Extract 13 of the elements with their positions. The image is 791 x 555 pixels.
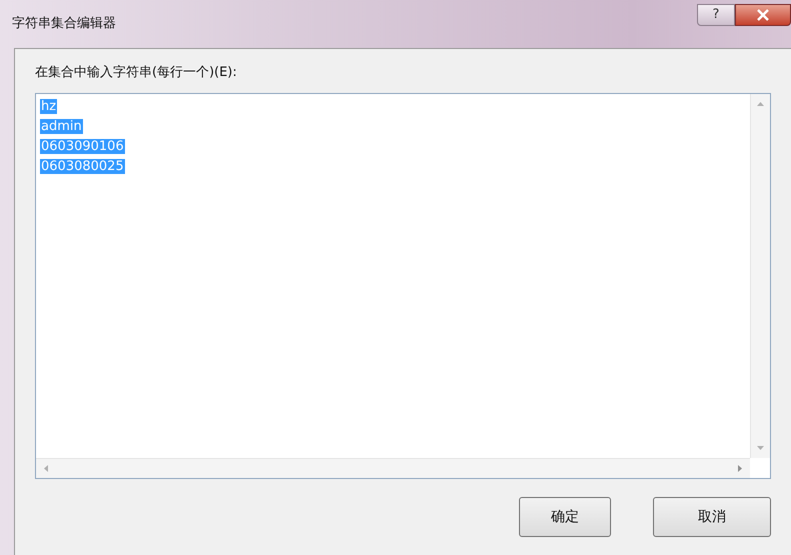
horizontal-scrollbar[interactable] [36, 458, 750, 478]
scroll-left-icon[interactable] [44, 465, 48, 472]
scroll-down-icon[interactable] [757, 446, 764, 450]
window-title: 字符串集合编辑器 [12, 15, 116, 34]
scroll-right-icon[interactable] [738, 465, 742, 472]
field-label: 在集合中输入字符串(每行一个)(E): [35, 64, 238, 82]
scroll-up-icon[interactable] [757, 102, 764, 106]
cancel-button[interactable]: 取消 [653, 497, 771, 537]
close-icon [756, 9, 770, 21]
help-button[interactable]: ? [697, 4, 735, 26]
vertical-scrollbar[interactable] [750, 94, 770, 458]
ok-button[interactable]: 确定 [519, 497, 611, 537]
close-button[interactable] [735, 4, 791, 26]
